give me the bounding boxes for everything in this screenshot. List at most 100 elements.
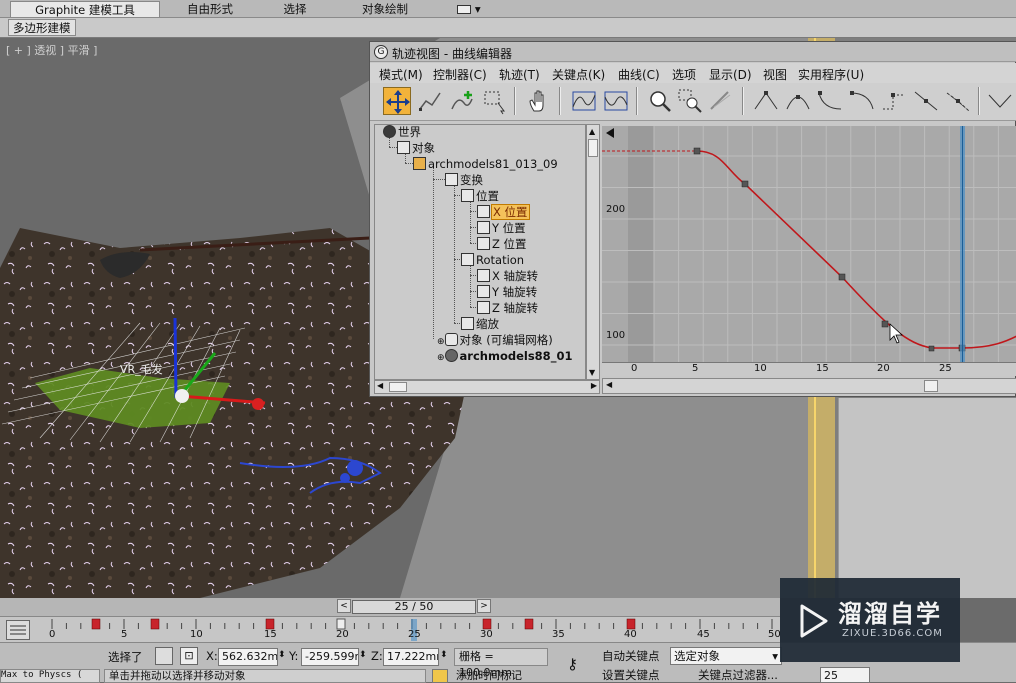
set-key-button[interactable]: 设置关键点 bbox=[602, 669, 666, 683]
tree-node[interactable]: 对象 bbox=[397, 140, 435, 156]
isolate-curve-icon[interactable] bbox=[706, 87, 734, 115]
trackview-titlebar[interactable]: G 轨迹视图 - 曲线编辑器 bbox=[370, 42, 1016, 62]
y-spinner-icon[interactable]: ⬍ bbox=[359, 650, 367, 660]
curve-icon bbox=[477, 301, 490, 314]
pan-hand-icon[interactable] bbox=[525, 87, 553, 115]
tree-node[interactable]: X 轴旋转 bbox=[477, 268, 538, 284]
tangent-more-icon[interactable] bbox=[986, 87, 1014, 115]
tangent-smooth-icon[interactable] bbox=[944, 87, 972, 115]
tree-node[interactable]: Y 位置 bbox=[477, 220, 526, 236]
command-panel[interactable] bbox=[838, 398, 1016, 598]
tangent-slow-icon[interactable] bbox=[848, 87, 876, 115]
ribbon-tab-graphite[interactable]: Graphite 建模工具 bbox=[10, 1, 160, 17]
y-tick-100: 100 bbox=[606, 330, 626, 341]
prev-frame-button[interactable]: < bbox=[337, 599, 351, 613]
ribbon-options-dropdown[interactable]: ▾ bbox=[456, 1, 482, 17]
tree-node[interactable]: ⊕ archmodels88_01 bbox=[437, 348, 572, 364]
tangent-step-icon[interactable] bbox=[880, 87, 908, 115]
tree-node[interactable]: Z 轴旋转 bbox=[477, 300, 538, 316]
tangent-fast-icon[interactable] bbox=[816, 87, 844, 115]
curve-graph[interactable]: 200 100 bbox=[602, 126, 1016, 376]
time-tag-icon[interactable] bbox=[432, 669, 448, 683]
draw-curves-icon[interactable] bbox=[416, 87, 444, 115]
move-keys-icon[interactable] bbox=[383, 87, 411, 115]
menu-tracks[interactable]: 轨迹(T) bbox=[499, 66, 540, 83]
y-coord-field[interactable]: -259.599m bbox=[301, 648, 359, 666]
curve-frame-ruler[interactable]: 0 5 10 15 20 25 bbox=[602, 362, 1016, 376]
maxscript-listener[interactable]: Max to Physcs ( bbox=[0, 669, 100, 683]
y-tick-200: 200 bbox=[606, 204, 626, 215]
menu-curves[interactable]: 曲线(C) bbox=[618, 66, 660, 83]
time-slider-thumb[interactable]: 25 / 50 bbox=[352, 600, 476, 614]
lock-selection-icon[interactable] bbox=[155, 647, 173, 665]
ribbon-tab-freeform[interactable]: 自由形式 bbox=[170, 1, 250, 17]
tree-node[interactable]: Rotation bbox=[461, 252, 524, 268]
ribbon-tab-selection[interactable]: 选择 bbox=[270, 1, 320, 17]
tree-node[interactable]: 位置 bbox=[461, 188, 499, 204]
x-spinner-icon[interactable]: ⬍ bbox=[278, 650, 286, 660]
timeline-tick-label: 25 bbox=[408, 629, 421, 640]
tree-node[interactable]: 世界 bbox=[383, 125, 421, 140]
tree-vertical-scrollbar[interactable]: ▲ ▼ bbox=[586, 124, 600, 380]
menu-mode[interactable]: 模式(M) bbox=[379, 66, 423, 83]
z-spinner-icon[interactable]: ⬍ bbox=[440, 650, 448, 660]
curve-icon bbox=[477, 221, 490, 234]
curve-icon bbox=[477, 285, 490, 298]
x-coord-field[interactable]: 562.632mr bbox=[218, 648, 278, 666]
tree-node[interactable]: ⊕ 对象 (可编辑网格) bbox=[437, 332, 553, 348]
tangent-custom-icon[interactable] bbox=[784, 87, 812, 115]
tangent-linear-icon[interactable] bbox=[912, 87, 940, 115]
tree-node[interactable]: archmodels81_013_09 bbox=[413, 156, 558, 172]
menu-utilities[interactable]: 实用程序(U) bbox=[798, 66, 864, 83]
menu-controller[interactable]: 控制器(C) bbox=[433, 66, 487, 83]
region-keys-icon[interactable] bbox=[480, 87, 508, 115]
tree-node[interactable]: 缩放 bbox=[461, 316, 499, 332]
tree-node[interactable]: Z 位置 bbox=[477, 236, 527, 252]
menu-options[interactable]: 选项 bbox=[672, 66, 696, 83]
tree-node-x-position[interactable]: X 位置 bbox=[477, 204, 530, 220]
z-coord-field[interactable]: 17.222mm bbox=[383, 648, 439, 666]
expand-icon[interactable]: ⊕ bbox=[437, 337, 445, 347]
absolute-mode-icon[interactable]: ⊡ bbox=[180, 647, 198, 665]
watermark: 溜溜自学 ZIXUE.3D66.COM bbox=[780, 578, 960, 662]
add-keys-icon[interactable] bbox=[448, 87, 476, 115]
trackview-menubar: 模式(M) 控制器(C) 轨迹(T) 关键点(K) 曲线(C) 选项 显示(D)… bbox=[370, 63, 1016, 83]
viewport-label[interactable]: [ + ] 透视 ] 平滑 ] bbox=[6, 42, 97, 58]
menu-view[interactable]: 视图 bbox=[763, 66, 787, 83]
mesh-icon bbox=[444, 333, 458, 346]
zoom-icon[interactable] bbox=[646, 87, 674, 115]
tree-node[interactable]: Y 轴旋转 bbox=[477, 284, 537, 300]
menu-display[interactable]: 显示(D) bbox=[709, 66, 752, 83]
prompt-line: 单击并拖动以选择并移动对象 bbox=[104, 669, 426, 683]
add-time-tag-button[interactable]: 添加时间标记 bbox=[456, 669, 576, 683]
watermark-title: 溜溜自学 bbox=[838, 600, 942, 628]
controller-tree[interactable]: 世界 对象 archmodels81_013_09 变换 位置 X 位置 Y 位… bbox=[374, 124, 586, 380]
zoom-extents-values-icon[interactable] bbox=[602, 87, 630, 115]
next-frame-button[interactable]: > bbox=[477, 599, 491, 613]
ribbon-tab-object-paint[interactable]: 对象绘制 bbox=[345, 1, 425, 17]
zoom-region-icon[interactable] bbox=[676, 87, 704, 115]
tree-horizontal-scrollbar[interactable]: ◀ ▶ bbox=[374, 380, 600, 394]
timeline-tick-label: 40 bbox=[624, 629, 637, 640]
auto-key-button[interactable]: 自动关键点 bbox=[602, 648, 664, 664]
hair-object-label: VR_毛发 bbox=[120, 363, 163, 376]
y-coord-label: Y: bbox=[289, 649, 299, 663]
expand-icon[interactable]: ⊕ bbox=[437, 353, 445, 363]
key-mode-select[interactable]: 选定对象 ▾ bbox=[670, 647, 782, 665]
timeline-track-bar[interactable]: 0 5 10 15 20 25 30 35 40 45 50 bbox=[0, 616, 781, 642]
tree-node[interactable]: 变换 bbox=[445, 172, 483, 188]
current-frame-field[interactable]: 25 bbox=[820, 667, 870, 683]
curve-horizontal-scrollbar[interactable]: ◀ bbox=[602, 378, 1016, 394]
scale-icon bbox=[461, 317, 474, 330]
tangent-auto-icon[interactable] bbox=[752, 87, 780, 115]
key-filters-button[interactable]: 关键点过滤器... bbox=[698, 669, 784, 683]
menu-keys[interactable]: 关键点(K) bbox=[552, 66, 605, 83]
position-icon bbox=[461, 189, 474, 202]
timeline-tick-label: 5 bbox=[121, 629, 128, 640]
zoom-extents-horizontal-icon[interactable] bbox=[570, 87, 598, 115]
polygon-modeling-button[interactable]: 多边形建模 bbox=[8, 19, 76, 36]
trackview-window[interactable]: G 轨迹视图 - 曲线编辑器 模式(M) 控制器(C) 轨迹(T) 关键点(K)… bbox=[369, 41, 1016, 397]
x-tick: 25 bbox=[939, 363, 952, 374]
timeline-tick-label: 15 bbox=[264, 629, 277, 640]
ribbon-tab-bar: Graphite 建模工具 自由形式 选择 对象绘制 ▾ bbox=[0, 0, 1016, 18]
